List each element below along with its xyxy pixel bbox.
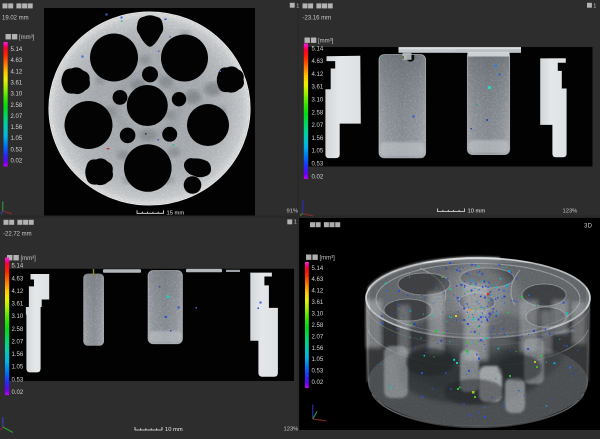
svg-text:3D: 3D <box>584 222 592 229</box>
svg-text:0.53: 0.53 <box>312 369 324 375</box>
svg-text:3.10: 3.10 <box>312 98 324 104</box>
svg-text:2.07: 2.07 <box>12 340 24 346</box>
svg-text:-23.16 mm: -23.16 mm <box>303 16 332 22</box>
svg-text:91%: 91% <box>287 208 299 214</box>
svg-text:1.05: 1.05 <box>312 149 324 155</box>
svg-text:5.14: 5.14 <box>12 264 24 270</box>
svg-text:1.56: 1.56 <box>11 125 23 131</box>
svg-text:4.63: 4.63 <box>11 58 23 64</box>
svg-text:0.02: 0.02 <box>11 158 23 164</box>
svg-text:4.12: 4.12 <box>312 289 324 295</box>
svg-text:123%: 123% <box>284 426 299 432</box>
svg-text:1: 1 <box>593 3 596 9</box>
svg-text:5.14: 5.14 <box>312 266 324 272</box>
svg-text:1.05: 1.05 <box>11 136 23 142</box>
svg-text:[mm³]: [mm³] <box>19 35 35 41</box>
svg-text:4.12: 4.12 <box>11 69 23 75</box>
svg-text:0.02: 0.02 <box>312 174 324 180</box>
svg-text:2.58: 2.58 <box>12 327 24 333</box>
svg-text:1: 1 <box>294 219 297 225</box>
svg-text:2.07: 2.07 <box>312 334 324 340</box>
svg-text:[mm³]: [mm³] <box>21 256 37 262</box>
svg-text:2.58: 2.58 <box>312 110 324 116</box>
svg-text:3.10: 3.10 <box>312 312 324 318</box>
svg-text:4.63: 4.63 <box>12 276 24 282</box>
svg-text:10 mm: 10 mm <box>165 427 183 433</box>
svg-text:4.63: 4.63 <box>312 59 324 65</box>
svg-text:19.02 mm: 19.02 mm <box>2 16 29 22</box>
svg-text:3.10: 3.10 <box>12 314 24 320</box>
svg-text:1: 1 <box>296 3 299 9</box>
svg-text:0.02: 0.02 <box>12 390 24 396</box>
svg-text:3.10: 3.10 <box>11 92 23 98</box>
svg-text:3.61: 3.61 <box>312 85 324 91</box>
svg-text:[mm³]: [mm³] <box>320 256 336 262</box>
svg-text:0.02: 0.02 <box>312 380 324 386</box>
svg-text:10 mm: 10 mm <box>468 209 486 215</box>
svg-text:4.12: 4.12 <box>312 72 324 78</box>
svg-text:5.14: 5.14 <box>312 46 324 52</box>
svg-text:2.58: 2.58 <box>11 103 23 109</box>
svg-text:3.61: 3.61 <box>312 300 324 306</box>
svg-text:1.05: 1.05 <box>12 365 24 371</box>
svg-text:3.61: 3.61 <box>11 81 23 87</box>
svg-text:0.53: 0.53 <box>12 377 24 383</box>
svg-text:2.07: 2.07 <box>312 123 324 129</box>
svg-text:5.14: 5.14 <box>11 47 23 53</box>
svg-text:-22.72 mm: -22.72 mm <box>3 232 32 238</box>
svg-text:4.63: 4.63 <box>312 277 324 283</box>
svg-text:1.05: 1.05 <box>312 357 324 363</box>
svg-text:3.61: 3.61 <box>12 302 24 308</box>
svg-text:0.53: 0.53 <box>11 147 23 153</box>
svg-text:2.07: 2.07 <box>11 114 23 120</box>
svg-text:[mm³]: [mm³] <box>318 39 334 45</box>
svg-text:2.58: 2.58 <box>312 323 324 329</box>
svg-text:1.56: 1.56 <box>312 346 324 352</box>
svg-text:0.53: 0.53 <box>312 162 324 168</box>
svg-text:1.56: 1.56 <box>12 352 24 358</box>
svg-text:1.56: 1.56 <box>312 136 324 142</box>
svg-text:15 mm: 15 mm <box>167 210 185 216</box>
svg-text:123%: 123% <box>563 208 578 214</box>
svg-text:4.12: 4.12 <box>12 289 24 295</box>
